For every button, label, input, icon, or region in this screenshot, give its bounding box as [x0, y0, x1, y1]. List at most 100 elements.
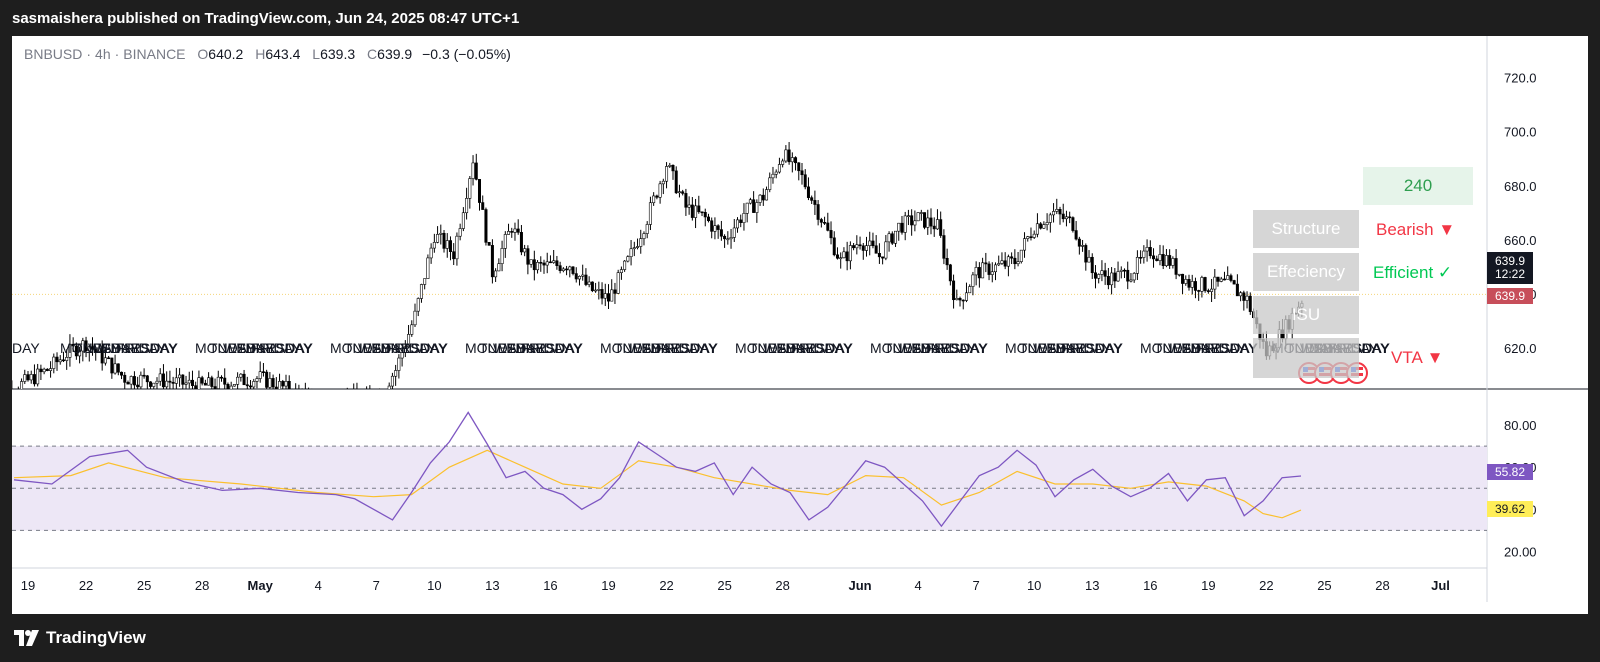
current-price: 639.9: [1494, 254, 1526, 268]
candle-body: [1042, 224, 1046, 229]
candle-body: [832, 237, 836, 256]
candle-body: [532, 259, 536, 271]
candle-body: [977, 267, 981, 279]
candle-body: [1152, 255, 1156, 260]
candle-body: [149, 381, 153, 387]
candle-body: [375, 404, 377, 407]
candle-body: [203, 382, 207, 386]
candle-body: [677, 191, 681, 194]
candle-body: [213, 386, 217, 389]
candle-body: [784, 149, 788, 162]
candle-body: [1229, 275, 1233, 281]
candle-body: [732, 227, 736, 238]
candle-body: [787, 149, 791, 163]
time-axis-tick-label: 28: [195, 578, 209, 593]
tradingview-brand: TradingView: [46, 628, 146, 647]
time-axis-tick-label: 10: [1027, 578, 1041, 593]
candle-body: [1132, 273, 1136, 281]
candle-body: [1023, 238, 1027, 251]
candle-body: [1003, 260, 1007, 267]
time-axis-tick-label: 4: [914, 578, 921, 593]
legend-symbol[interactable]: BNBUSD: [24, 46, 82, 62]
legend-high: 643.4: [265, 46, 301, 62]
candle-body: [171, 381, 175, 384]
candle-body: [616, 272, 620, 294]
candle-body: [161, 373, 165, 388]
candle-body: [245, 384, 249, 387]
candle-body: [658, 183, 662, 198]
time-axis-tick-label: 19: [601, 578, 615, 593]
candle-body: [545, 261, 549, 266]
candle-body: [516, 228, 520, 233]
price-axis-tick-label: 720.0: [1504, 71, 1537, 86]
candle-body: [597, 289, 601, 291]
time-axis-tick-label: 28: [775, 578, 789, 593]
candle-body: [871, 240, 875, 247]
legend-close: 639.9: [377, 46, 413, 62]
candle-body: [819, 219, 823, 223]
candle-body: [343, 408, 345, 410]
candle-body: [471, 162, 475, 179]
candle-body: [145, 375, 149, 383]
candle-body: [416, 298, 420, 312]
candle-body: [529, 259, 533, 265]
candle-body: [1097, 274, 1101, 279]
weekday-marker-text: FRIDAY: [926, 340, 977, 356]
weekday-markers: DAY MONDAYTUESDAYWEDNESDAYTHURSDAYFRIDAY M…: [12, 340, 1391, 356]
candle-body: [719, 229, 723, 237]
candle-body: [252, 381, 256, 388]
candle-body: [523, 248, 527, 253]
candle-body: [394, 370, 398, 377]
candle-body: [745, 202, 749, 214]
efficiency-label: Effeciency: [1253, 253, 1359, 291]
candle-body: [571, 266, 575, 274]
candle-body: [1055, 209, 1059, 212]
candle-body: [307, 392, 309, 393]
candle-body: [239, 373, 243, 378]
legend-high-label: H: [255, 46, 266, 62]
candle-body: [1168, 255, 1172, 266]
candle-body: [1174, 258, 1178, 275]
candle-body: [1119, 269, 1123, 272]
candle-body: [932, 225, 936, 230]
candle-body: [974, 267, 978, 276]
candle-body: [1068, 216, 1072, 219]
candle-body: [561, 268, 565, 271]
candle-body: [1242, 292, 1246, 301]
legend-exchange: BINANCE: [123, 46, 186, 62]
time-axis-tick-label: 13: [485, 578, 499, 593]
candle-body: [455, 235, 459, 260]
tradingview-logo[interactable]: TradingView: [14, 628, 146, 648]
candle-body: [1197, 290, 1201, 292]
candle-body: [671, 164, 675, 172]
time-axis-tick-label: 22: [659, 578, 673, 593]
candle-body: [723, 235, 727, 240]
time-axis-tick-label: 25: [1317, 578, 1331, 593]
candle-body: [36, 368, 40, 385]
candle-body: [55, 356, 59, 363]
candle-body: [694, 205, 698, 218]
candle-body: [1142, 250, 1146, 258]
candle-body: [165, 380, 169, 388]
candle-body: [929, 217, 933, 227]
time-axis-tick-label: 25: [137, 578, 151, 593]
candle-body: [1161, 254, 1165, 267]
rsi-ma-value-tag: 39.62: [1487, 501, 1533, 517]
candle-body: [684, 193, 688, 208]
candle-body: [697, 205, 701, 213]
time-axis-tick-label: 7: [373, 578, 380, 593]
candle-body: [410, 324, 414, 335]
candle-body: [116, 363, 120, 373]
timeframe-badge: 240: [1363, 167, 1473, 205]
weekday-marker-text: FRIDAY: [791, 340, 842, 356]
candle-body: [32, 374, 36, 385]
candle-body: [1226, 275, 1230, 280]
candle-body: [261, 371, 265, 373]
candle-body: [513, 228, 517, 233]
candle-body: [1158, 254, 1162, 261]
candle-body: [923, 212, 927, 228]
candle-body: [216, 376, 220, 389]
candle-body: [113, 363, 117, 374]
legend-interval[interactable]: 4h: [95, 46, 111, 62]
candle-body: [813, 200, 817, 205]
